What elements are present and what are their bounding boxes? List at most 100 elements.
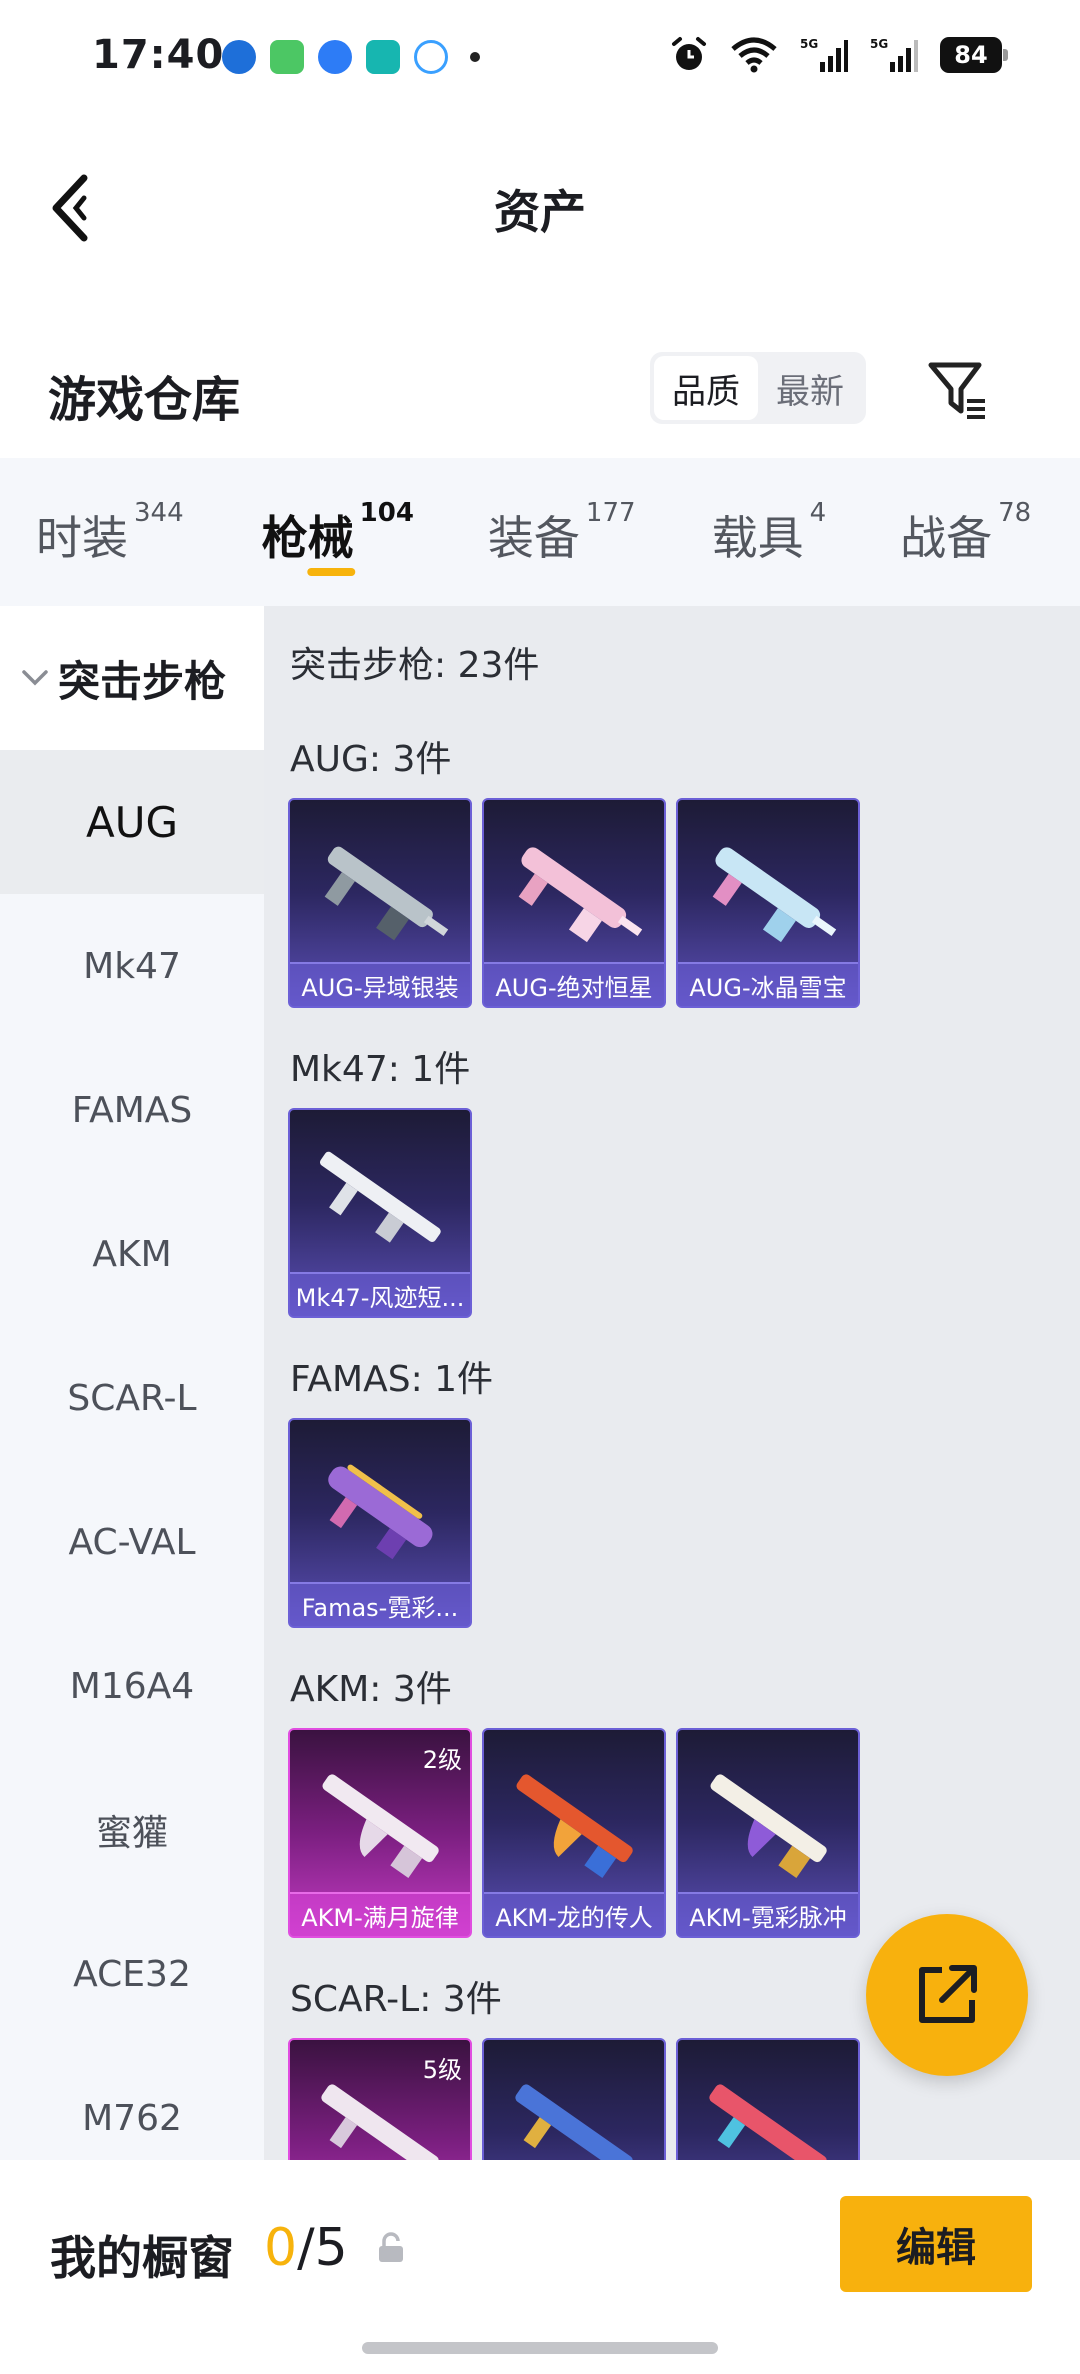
tab-count: 344 [134,498,184,528]
skin-row-scar-l: 5级 [288,2038,860,2160]
skin-row-mk47: Mk47-风迹短... [288,1108,472,1318]
section-title: 游戏仓库 [48,372,241,428]
tab-label: 时装 [36,511,128,565]
status-time: 17:40 [92,32,225,78]
tab-supplies[interactable]: 战备 78 [900,458,1031,606]
rifle-icon [328,1464,433,1560]
signal-5g-icon-2: 5G [870,36,918,74]
showcase-bar: 我的橱窗 0/5 编辑 [0,2160,1080,2374]
sidebar-item-honey-badger[interactable]: 蜜獾 [0,1758,264,1902]
skin-name: AKM-满月旋律 [290,1892,470,1936]
tab-vehicles[interactable]: 载具 4 [712,458,827,606]
app-header: 资产 [0,130,1080,280]
skin-level-badge: 5级 [422,2056,462,2084]
active-tab-indicator [307,568,356,576]
tab-count: 78 [998,498,1032,528]
sidebar-item-mk47[interactable]: Mk47 [0,894,264,1038]
tab-label: 枪械 [261,511,354,565]
tab-count: 104 [359,498,414,528]
skin-card[interactable]: AKM-龙的传人 [482,1728,666,1938]
skin-row-famas: Famas-霓彩... [288,1418,472,1628]
sort-toggle: 品质 最新 [650,352,866,424]
sort-newest-button[interactable]: 最新 [758,356,862,420]
skin-card[interactable]: AUG-绝对恒星 [482,798,666,1008]
skin-card[interactable]: Famas-霓彩... [288,1418,472,1628]
tab-label: 战备 [900,511,993,565]
page-title: 资产 [494,185,586,239]
messages-notification-icon [270,40,304,74]
skin-card[interactable]: 2级 AKM-满月旋律 [288,1728,472,1938]
skin-name: Mk47-风迹短... [290,1272,470,1316]
rifle-icon [516,1774,633,1878]
showcase-count: 0/5 [264,2218,348,2278]
rifle-icon [515,2084,633,2160]
tab-label: 载具 [711,511,804,565]
skin-name: AKM-龙的传人 [484,1892,664,1936]
skin-level-badge: 2级 [422,1746,462,1774]
rifle-icon [709,2084,827,2160]
showcase-title: 我的橱窗 [50,2231,234,2285]
group-label-akm: AKM: 3件 [290,1669,452,1710]
edit-button[interactable]: 编辑 [840,2196,1032,2292]
notification-icons [222,40,480,74]
wifi-icon [730,37,778,73]
skin-card[interactable] [676,2038,860,2160]
skin-name: AKM-霓彩脉冲 [678,1892,858,1936]
lock-icon [376,2232,406,2268]
skin-name: AUG-绝对恒星 [484,962,664,1006]
skin-row-akm: 2级 AKM-满月旋律 AKM-龙的传人 AKM-霓彩脉冲 [288,1728,860,1938]
group-label-aug: AUG: 3件 [290,739,452,780]
status-bar: 17:40 5G 5G 84 [0,0,1080,120]
sidebar-item-ace32[interactable]: ACE32 [0,1902,264,2046]
more-dot-icon [470,52,480,62]
skin-card[interactable]: AKM-霓彩脉冲 [676,1728,860,1938]
group-label-mk47: Mk47: 1件 [290,1049,471,1090]
external-link-icon [919,1965,977,2023]
svg-text:5G: 5G [800,37,818,51]
rifle-icon [518,847,643,943]
filter-button[interactable] [920,352,996,428]
sidebar-item-scar-l[interactable]: SCAR-L [0,1326,264,1470]
sidebar-item-ac-val[interactable]: AC-VAL [0,1470,264,1614]
chevron-down-icon [20,668,50,688]
skin-row-aug: AUG-异域银装 AUG-绝对恒星 AUG-冰晶雪宝 [288,798,860,1008]
tab-count: 4 [809,498,827,528]
sidebar-group-assault-rifles[interactable]: 突击步枪 [0,606,264,750]
home-indicator[interactable] [362,2342,718,2354]
battery-indicator: 84 [940,37,1008,73]
share-fab-button[interactable] [866,1914,1028,2076]
sidebar-item-famas[interactable]: FAMAS [0,1038,264,1182]
skin-card[interactable]: AUG-冰晶雪宝 [676,798,860,1008]
system-icons: 5G 5G 84 [670,36,1008,74]
screen: 17:40 5G 5G 84 资产 游戏仓库 品质 最新 时装 344 枪械 1… [0,0,1080,2374]
skin-name: AUG-冰晶雪宝 [678,962,858,1006]
tab-fashion[interactable]: 时装 344 [36,458,184,606]
filter-icon [928,362,985,419]
rifle-icon [712,847,837,943]
sidebar-item-m16a4[interactable]: M16A4 [0,1614,264,1758]
skin-card[interactable]: AUG-异域银装 [288,798,472,1008]
sort-quality-button[interactable]: 品质 [654,356,758,420]
tab-firearms[interactable]: 枪械 104 [262,458,414,606]
group-label-famas: FAMAS: 1件 [290,1359,494,1400]
skin-card[interactable] [482,2038,666,2160]
sidebar-item-akm[interactable]: AKM [0,1182,264,1326]
cloud-notification-icon [318,40,352,74]
skin-name: AUG-异域银装 [290,962,470,1006]
skin-card[interactable]: Mk47-风迹短... [288,1108,472,1318]
chat-notification-icon [414,40,448,74]
rifle-icon [320,1151,441,1243]
category-tabs: 时装 344 枪械 104 装备 177 载具 4 战备 78 [0,458,1080,606]
boss-notification-icon [366,40,400,74]
rifle-icon [324,846,449,941]
tab-equipment[interactable]: 装备 177 [488,458,636,606]
svg-text:5G: 5G [870,37,888,51]
skin-card[interactable]: 5级 [288,2038,472,2160]
warehouse-section-header: 游戏仓库 品质 最新 [0,330,1080,450]
tab-count: 177 [585,498,636,528]
showcase-current: 0 [264,2218,298,2278]
signal-5g-icon: 5G [800,36,848,74]
rifle-icon [710,1774,827,1878]
sidebar-item-aug[interactable]: AUG [0,750,264,894]
showcase-total: /5 [297,2218,348,2278]
